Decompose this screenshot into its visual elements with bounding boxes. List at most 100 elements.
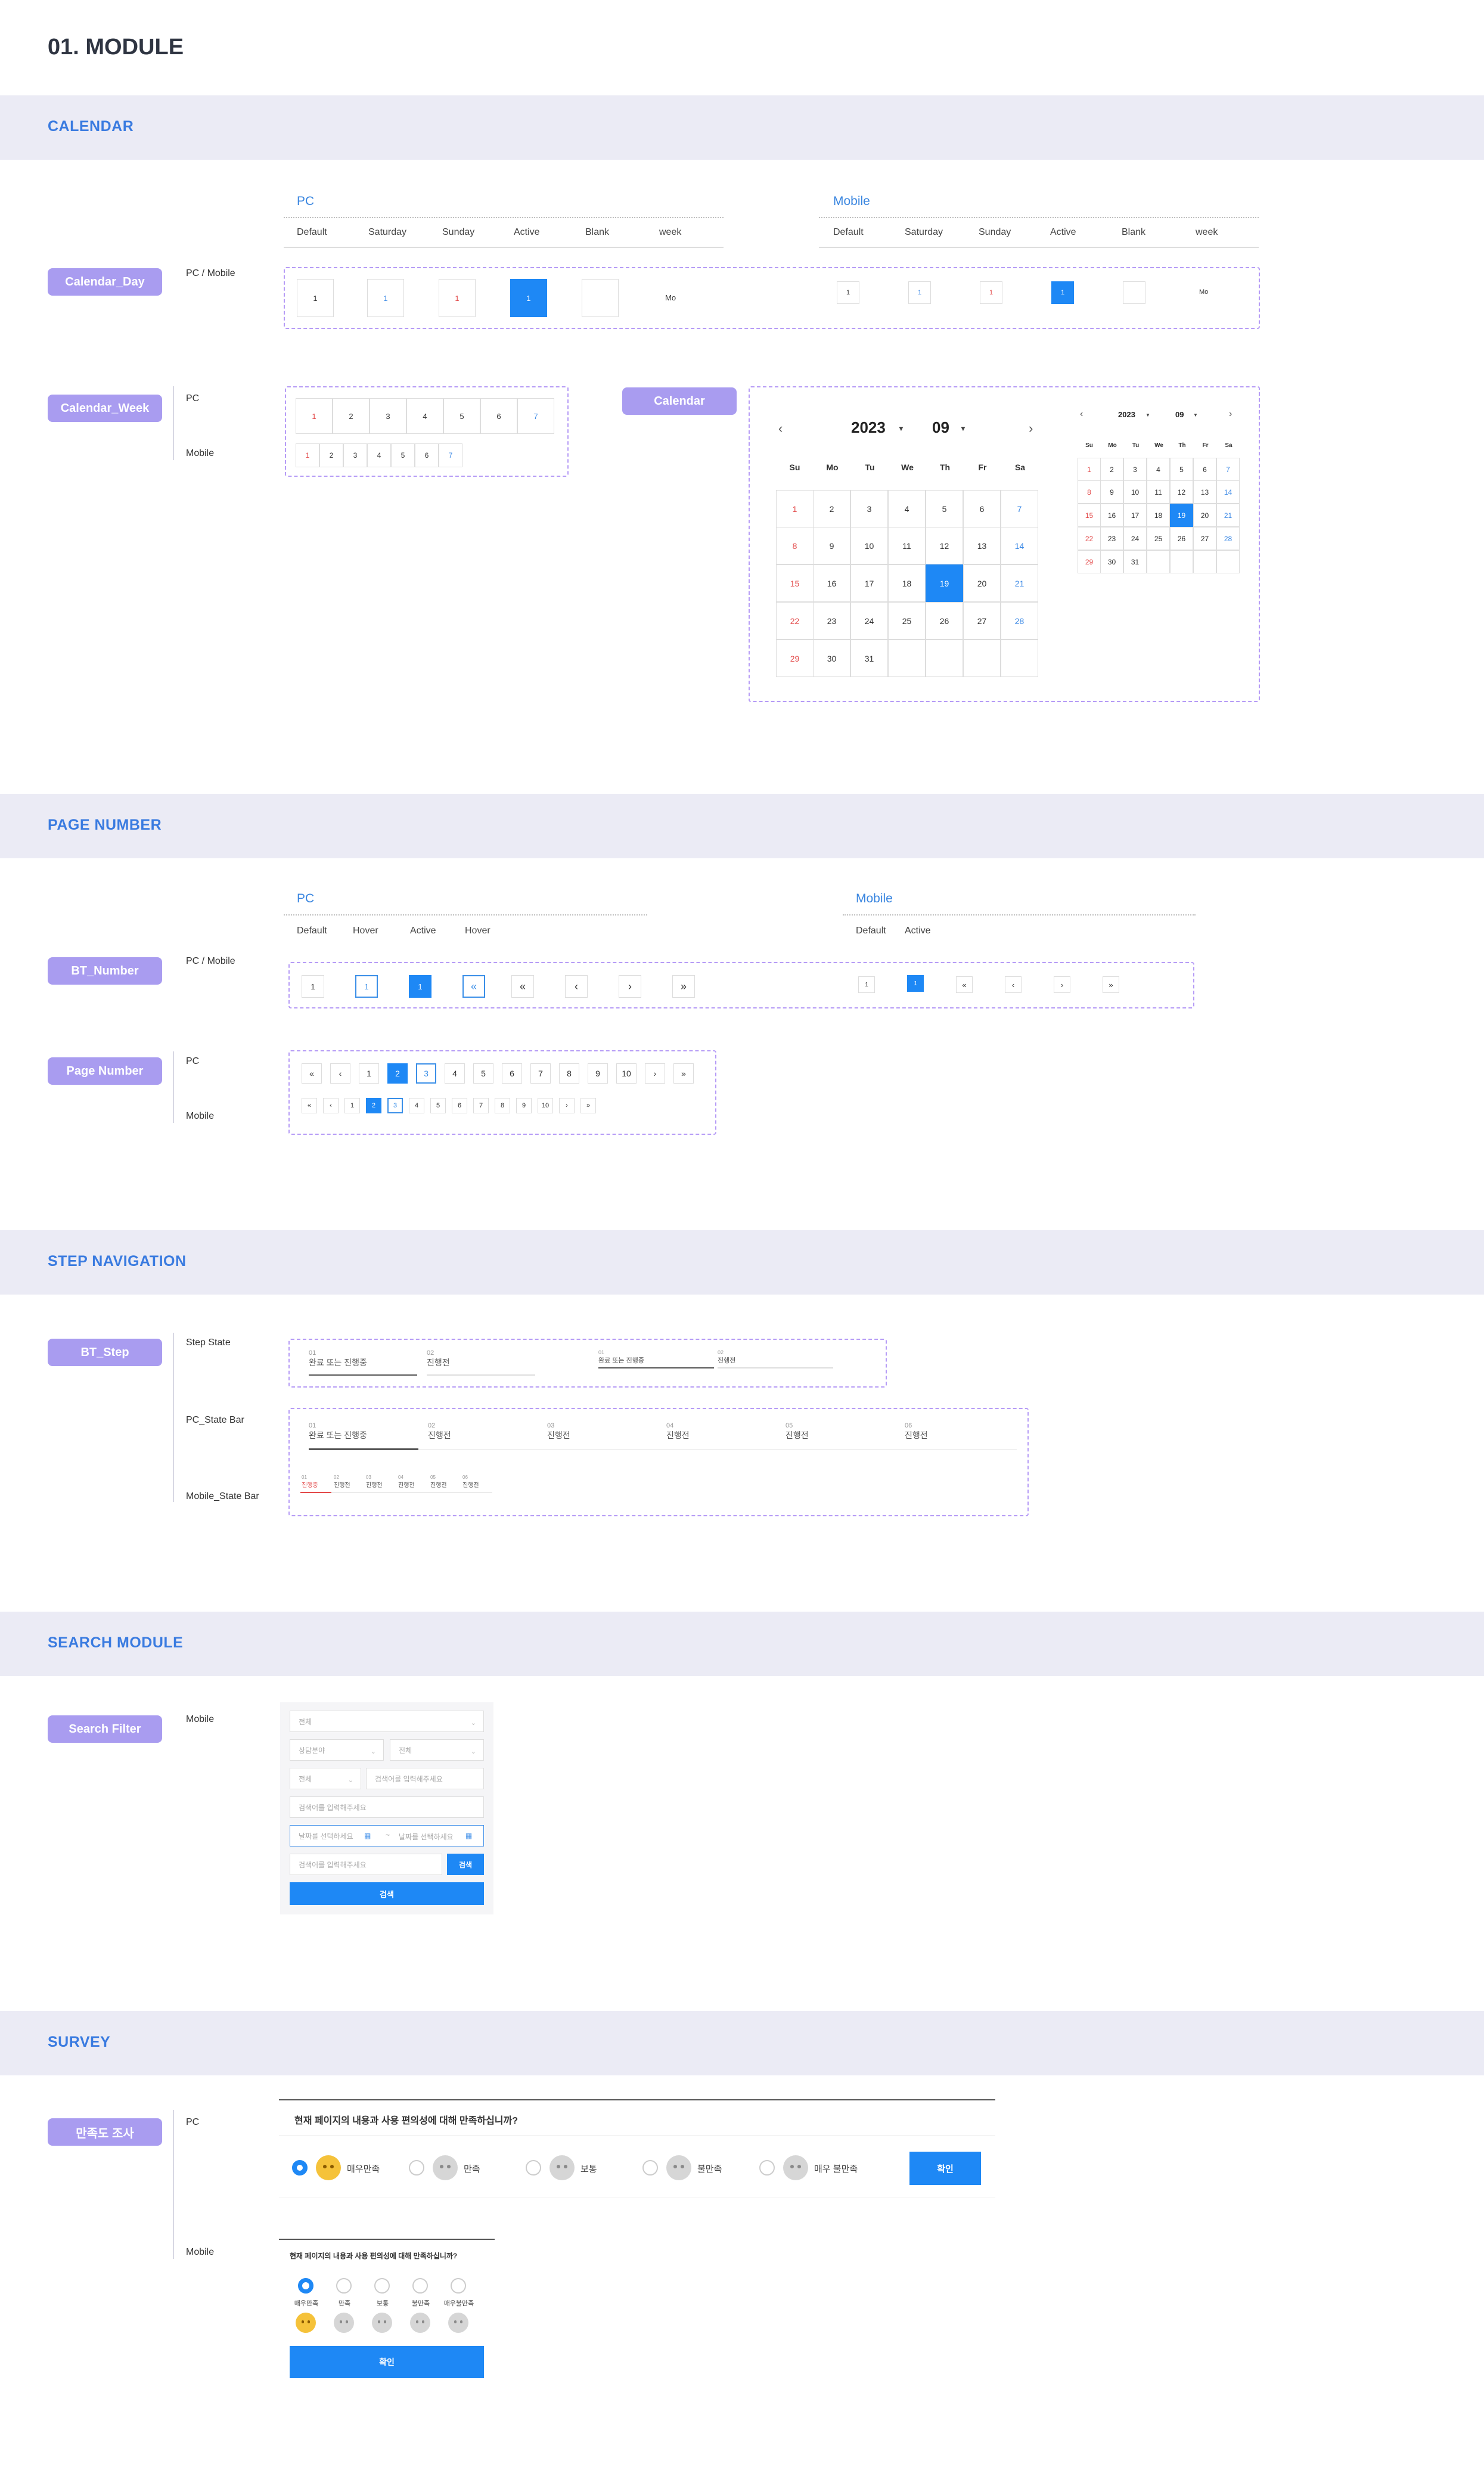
page-button-mobile[interactable]: 7: [473, 1098, 489, 1113]
calendar-day-cell[interactable]: 18: [888, 564, 926, 602]
last-page-icon[interactable]: »: [1103, 976, 1119, 993]
next-page-icon-mobile[interactable]: ›: [559, 1098, 575, 1113]
state-step-done[interactable]: 01 완료 또는 진행중: [309, 1422, 367, 1441]
week-day-cell-mobile[interactable]: 6: [415, 443, 439, 467]
calendar-day-cell[interactable]: 29: [1078, 550, 1101, 573]
keyword-input-2[interactable]: 검색어를 입력해주세요: [290, 1796, 484, 1818]
survey-radio[interactable]: [759, 2160, 775, 2176]
calendar-day-cell[interactable]: 20: [963, 564, 1001, 602]
calendar-day-cell[interactable]: 17: [850, 564, 888, 602]
next-page-icon[interactable]: ›: [1054, 976, 1070, 993]
page-button-default-mobile[interactable]: 1: [858, 976, 875, 993]
state-step-pending[interactable]: 06 진행전: [905, 1422, 928, 1441]
calendar-day-cell[interactable]: 21: [1001, 564, 1038, 602]
survey-radio[interactable]: [412, 2278, 428, 2294]
select-all[interactable]: 전체 ⌄: [290, 1711, 484, 1732]
page-button-active[interactable]: 1: [409, 975, 431, 998]
first-page-icon[interactable]: «: [956, 976, 973, 993]
day-cell-saturday[interactable]: 1: [367, 279, 404, 317]
calendar-day-cell[interactable]: 13: [1193, 480, 1216, 504]
page-button-hover[interactable]: 1: [355, 975, 378, 998]
state-step-pending[interactable]: 02 진행전: [428, 1422, 451, 1441]
calendar-day-cell[interactable]: 9: [1100, 480, 1123, 504]
prev-page-icon-mobile[interactable]: ‹: [323, 1098, 339, 1113]
page-button-mobile[interactable]: 8: [495, 1098, 510, 1113]
state-step-pending[interactable]: 04 진행전: [666, 1422, 690, 1441]
survey-radio[interactable]: [336, 2278, 352, 2294]
week-day-cell[interactable]: 5: [443, 398, 480, 434]
calendar-day-cell[interactable]: 19: [926, 564, 963, 602]
calendar-day-cell[interactable]: 26: [1170, 527, 1193, 550]
calendar-day-cell[interactable]: 20: [1193, 504, 1216, 527]
survey-radio[interactable]: [642, 2160, 658, 2176]
survey-radio[interactable]: [292, 2160, 308, 2176]
calendar-day-cell[interactable]: 6: [963, 490, 1001, 527]
calendar-icon[interactable]: ▦: [465, 1832, 472, 1840]
survey-radio[interactable]: [298, 2278, 313, 2294]
prev-month-icon[interactable]: ‹: [778, 421, 783, 436]
keyword-input[interactable]: 검색어를 입력해주세요: [366, 1768, 484, 1789]
calendar-day-cell[interactable]: 31: [1123, 550, 1147, 573]
week-day-cell[interactable]: 1: [296, 398, 333, 434]
calendar-day-cell[interactable]: 28: [1001, 602, 1038, 640]
first-page-icon-mobile[interactable]: «: [302, 1098, 317, 1113]
next-page-icon[interactable]: ›: [645, 1063, 665, 1084]
search-button[interactable]: 검색: [290, 1882, 484, 1905]
page-button[interactable]: 3: [416, 1063, 436, 1084]
step-pending[interactable]: 02 진행전: [427, 1349, 450, 1368]
select-all-3[interactable]: 전체 ⌄: [290, 1768, 361, 1789]
page-button-mobile[interactable]: 3: [387, 1098, 403, 1113]
calendar-day-cell[interactable]: 25: [1147, 527, 1170, 550]
date-range-input[interactable]: 날짜를 선택하세요 ▦ ~ 날짜를 선택하세요 ▦: [290, 1825, 484, 1846]
page-button[interactable]: 2: [387, 1063, 408, 1084]
last-page-icon[interactable]: »: [673, 1063, 694, 1084]
page-button-mobile[interactable]: 10: [538, 1098, 553, 1113]
calendar-day-cell[interactable]: 1: [1078, 458, 1101, 481]
month-select-mobile[interactable]: 09: [1175, 410, 1184, 419]
page-button-mobile[interactable]: 4: [409, 1098, 424, 1113]
calendar-day-cell[interactable]: 16: [1100, 504, 1123, 527]
day-cell-active-mobile[interactable]: 1: [1051, 281, 1074, 304]
calendar-day-cell[interactable]: 24: [850, 602, 888, 640]
calendar-day-cell[interactable]: 21: [1216, 504, 1240, 527]
page-button[interactable]: 1: [359, 1063, 379, 1084]
week-day-cell[interactable]: 4: [406, 398, 443, 434]
calendar-day-cell[interactable]: 6: [1193, 458, 1216, 481]
day-cell-default[interactable]: 1: [297, 279, 334, 317]
month-select[interactable]: 09: [932, 418, 949, 437]
calendar-day-cell[interactable]: 3: [850, 490, 888, 527]
keyword-input-3[interactable]: 검색어를 입력해주세요: [290, 1854, 442, 1875]
calendar-day-cell[interactable]: 2: [813, 490, 850, 527]
calendar-day-cell[interactable]: 19: [1170, 504, 1193, 527]
survey-radio[interactable]: [451, 2278, 466, 2294]
week-day-cell-mobile[interactable]: 2: [319, 443, 343, 467]
calendar-day-cell[interactable]: 7: [1216, 458, 1240, 481]
calendar-day-cell[interactable]: 30: [1100, 550, 1123, 573]
step-done[interactable]: 01 완료 또는 진행중: [309, 1349, 367, 1368]
last-page-icon-mobile[interactable]: »: [580, 1098, 596, 1113]
page-button[interactable]: 7: [530, 1063, 551, 1084]
step-pending-mobile[interactable]: 02 진행전: [718, 1349, 735, 1365]
calendar-day-cell[interactable]: 10: [1123, 480, 1147, 504]
week-day-cell[interactable]: 3: [370, 398, 406, 434]
week-day-cell[interactable]: 6: [480, 398, 517, 434]
year-select-mobile[interactable]: 2023: [1118, 410, 1135, 419]
page-button-active-mobile[interactable]: 1: [907, 975, 924, 992]
last-page-icon[interactable]: »: [672, 975, 695, 998]
calendar-day-cell[interactable]: 24: [1123, 527, 1147, 550]
calendar-day-cell[interactable]: 18: [1147, 504, 1170, 527]
state-step-pending-mobile[interactable]: 05 진행전: [430, 1475, 447, 1489]
week-day-cell-mobile[interactable]: 1: [296, 443, 319, 467]
page-button[interactable]: 10: [616, 1063, 637, 1084]
calendar-day-cell[interactable]: 3: [1123, 458, 1147, 481]
calendar-day-cell[interactable]: 4: [888, 490, 926, 527]
prev-month-icon[interactable]: ‹: [1080, 409, 1083, 420]
calendar-day-cell[interactable]: 25: [888, 602, 926, 640]
confirm-button[interactable]: 확인: [909, 2152, 981, 2185]
first-page-icon[interactable]: «: [511, 975, 534, 998]
calendar-day-cell[interactable]: 12: [926, 527, 963, 564]
calendar-day-cell[interactable]: 11: [888, 527, 926, 564]
page-button-mobile[interactable]: 5: [430, 1098, 446, 1113]
day-cell-default-mobile[interactable]: 1: [837, 281, 859, 304]
week-day-cell-mobile[interactable]: 4: [367, 443, 391, 467]
